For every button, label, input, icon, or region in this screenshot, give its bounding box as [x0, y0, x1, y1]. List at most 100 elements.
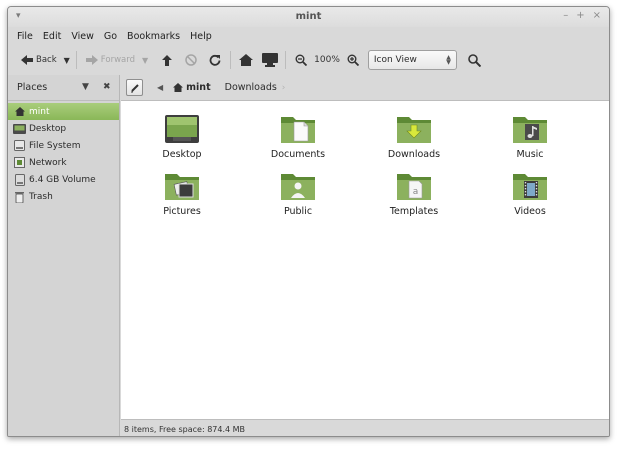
home-icon	[13, 106, 26, 117]
sidebar-title[interactable]: Places	[17, 82, 47, 93]
view-mode-value: Icon View	[373, 55, 417, 65]
sidebar-item-label: Network	[29, 157, 67, 168]
sidebar-item-label: File System	[29, 140, 81, 151]
forward-button[interactable]: Forward	[83, 49, 135, 71]
search-button[interactable]	[466, 49, 484, 71]
file-manager-window: ▾ mint – + × File Edit View Go Bookmarks…	[7, 6, 610, 437]
back-label: Back	[36, 55, 57, 65]
stop-button[interactable]	[182, 49, 200, 71]
path-bar: ◀ mint Downloads ›	[121, 75, 609, 101]
sidebar-item-volume[interactable]: 6.4 GB Volume	[8, 171, 119, 188]
desktop-folder-icon	[165, 115, 199, 143]
reload-icon	[206, 51, 224, 69]
breadcrumb-label: Downloads	[224, 82, 277, 93]
pencil-icon	[130, 83, 139, 92]
templates-folder-icon: a	[397, 174, 431, 200]
sidebar-item-network[interactable]: Network	[8, 154, 119, 171]
menu-bar: File Edit View Go Bookmarks Help	[8, 27, 609, 45]
stop-icon	[182, 51, 200, 69]
up-arrow-icon	[158, 51, 176, 69]
back-arrow-icon	[18, 51, 36, 69]
music-folder-icon	[513, 117, 547, 143]
up-button[interactable]	[158, 49, 176, 71]
toolbar-separator	[230, 51, 232, 69]
file-item-label: Videos	[514, 206, 546, 217]
file-item-label: Desktop	[162, 149, 202, 160]
status-text: 8 items, Free space: 874.4 MB	[124, 424, 246, 434]
menu-view[interactable]: View	[71, 31, 94, 42]
toolbar-separator	[75, 51, 77, 69]
menu-go[interactable]: Go	[104, 31, 117, 42]
file-item-music[interactable]: Music	[480, 113, 580, 160]
drive-icon	[13, 140, 26, 151]
sidebar-item-label: mint	[29, 106, 50, 117]
file-item-videos[interactable]: Videos	[480, 170, 580, 217]
sidebar-item-trash[interactable]: Trash	[8, 188, 119, 205]
places-list: mint Desktop File System Network 6.4 GB …	[8, 101, 119, 205]
computer-icon	[261, 51, 279, 69]
file-item-label: Documents	[270, 149, 326, 160]
view-mode-select[interactable]: Icon View ▲ ▼	[367, 50, 457, 70]
minimize-button[interactable]: –	[563, 10, 568, 21]
back-button[interactable]: Back	[18, 49, 57, 71]
videos-folder-icon	[513, 174, 547, 200]
chevron-right-icon: ›	[281, 82, 286, 93]
zoom-level[interactable]: 100%	[314, 49, 340, 71]
search-icon	[466, 51, 484, 69]
window-controls: – + ×	[563, 10, 601, 21]
maximize-button[interactable]: +	[576, 10, 584, 21]
public-folder-icon	[281, 174, 315, 200]
sidebar-dropdown-icon[interactable]: ▼	[82, 82, 89, 92]
status-bar: 8 items, Free space: 874.4 MB	[121, 419, 609, 436]
file-item-label: Templates	[389, 206, 439, 217]
breadcrumb-downloads[interactable]: Downloads ›	[225, 82, 286, 93]
trash-icon	[13, 191, 26, 203]
window-title: mint	[295, 11, 322, 22]
menu-edit[interactable]: Edit	[43, 31, 61, 42]
file-item-pictures[interactable]: Pictures	[132, 170, 232, 217]
file-item-templates[interactable]: a Templates	[364, 170, 464, 217]
toolbar-separator	[285, 51, 287, 69]
sidebar-item-label: 6.4 GB Volume	[29, 174, 96, 185]
file-item-downloads[interactable]: Downloads	[364, 113, 464, 160]
sidebar-item-file-system[interactable]: File System	[8, 137, 119, 154]
title-bar: ▾ mint – + ×	[8, 7, 609, 27]
back-history-dropdown[interactable]: ▼	[64, 49, 70, 71]
sidebar-item-mint[interactable]: mint	[8, 103, 119, 120]
zoom-out-button[interactable]	[292, 49, 310, 71]
forward-label: Forward	[100, 55, 135, 65]
sidebar-close-icon[interactable]: ✖	[103, 82, 111, 92]
forward-history-dropdown[interactable]: ▼	[142, 49, 148, 71]
file-item-documents[interactable]: Documents	[248, 113, 348, 160]
sidebar-header: Places ▼ ✖	[8, 75, 119, 101]
menu-file[interactable]: File	[17, 31, 33, 42]
file-item-public[interactable]: Public	[248, 170, 348, 217]
sidebar-item-label: Trash	[29, 191, 53, 202]
reload-button[interactable]	[206, 49, 224, 71]
sidebar-item-desktop[interactable]: Desktop	[8, 120, 119, 137]
home-button[interactable]	[237, 49, 255, 71]
path-scroll-left-icon[interactable]: ◀	[157, 83, 163, 92]
zoom-in-button[interactable]	[344, 49, 362, 71]
menu-help[interactable]: Help	[190, 31, 212, 42]
breadcrumb-label: mint	[186, 82, 211, 93]
breadcrumb-mint[interactable]: mint	[173, 82, 211, 93]
file-view: Desktop Documents Downloads Music Pictur…	[121, 101, 609, 419]
documents-folder-icon	[281, 117, 315, 143]
toolbar: Back ▼ Forward ▼ 100% Icon View ▲ ▼	[8, 47, 609, 73]
file-item-desktop[interactable]: Desktop	[132, 113, 232, 160]
computer-button[interactable]	[261, 49, 279, 71]
forward-arrow-icon	[83, 51, 101, 69]
toggle-location-button[interactable]	[126, 79, 143, 96]
spin-arrows-icon: ▲ ▼	[446, 54, 451, 66]
svg-text:a: a	[413, 187, 419, 197]
file-item-label: Pictures	[163, 206, 201, 217]
network-icon	[13, 157, 26, 168]
file-item-label: Downloads	[387, 149, 441, 160]
menu-bookmarks[interactable]: Bookmarks	[127, 31, 180, 42]
home-icon	[237, 51, 255, 69]
desktop-icon	[13, 123, 26, 134]
close-button[interactable]: ×	[593, 10, 601, 21]
volume-icon	[13, 173, 26, 186]
file-item-label: Music	[516, 149, 544, 160]
